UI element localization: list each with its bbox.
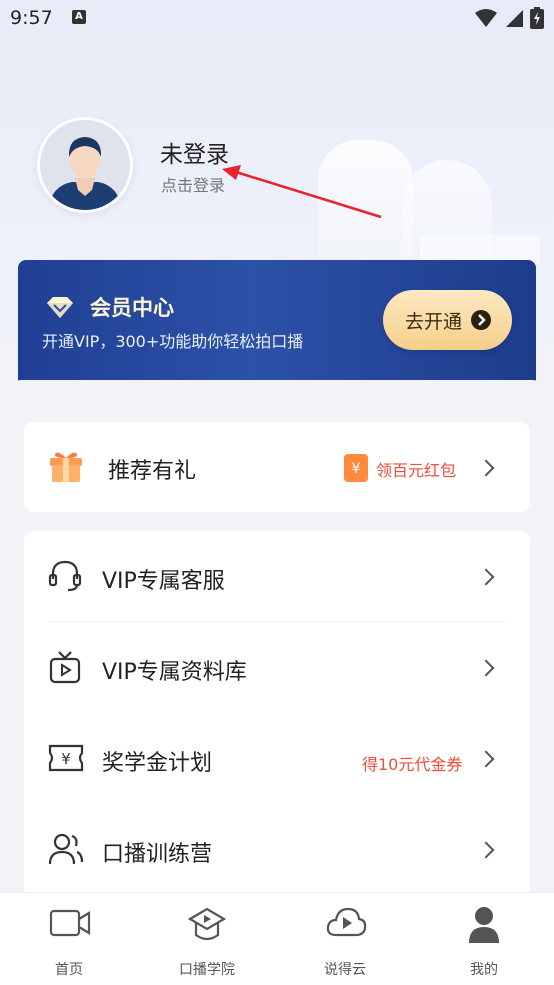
annotation-arrow <box>222 165 382 219</box>
vip-subscribe-button[interactable]: 去开通 <box>383 290 512 350</box>
vip-button-label: 去开通 <box>405 311 463 333</box>
users-icon <box>48 833 84 865</box>
chevron-right-icon <box>477 659 495 677</box>
referral-card[interactable]: 推荐有礼 ¥ 领百元红包 <box>24 422 530 512</box>
nav-label: 说得云 <box>324 962 366 978</box>
video-camera-icon <box>49 909 91 937</box>
menu-item-scholarship[interactable]: ¥ 奖学金计划 得10元代金券 <box>24 713 530 803</box>
nav-label: 我的 <box>470 962 498 978</box>
vip-menu-card: VIP专属客服 VIP专属资料库 ¥ 奖学金计划 得10元代金券 口播训练营 <box>24 531 530 911</box>
headset-icon <box>48 560 82 592</box>
menu-item-label: VIP专属客服 <box>102 569 225 594</box>
vip-banner[interactable]: 会员中心 开通VIP，300+功能助你轻松拍口播 去开通 <box>18 260 536 388</box>
chevron-right-icon <box>477 459 495 477</box>
menu-item-training-camp[interactable]: 口播训练营 <box>24 804 530 894</box>
nav-mine[interactable]: 我的 <box>429 893 539 985</box>
bottom-navigation: 首页 口播学院 说得云 我的 <box>0 892 554 985</box>
nav-cloud[interactable]: 说得云 <box>290 893 400 985</box>
menu-item-vip-support[interactable]: VIP专属客服 <box>24 531 530 621</box>
arrow-right-circle-icon <box>471 310 491 330</box>
menu-item-label: VIP专属资料库 <box>102 660 247 685</box>
menu-item-vip-library[interactable]: VIP专属资料库 <box>24 622 530 712</box>
menu-item-label: 口播训练营 <box>102 842 213 867</box>
chevron-right-icon <box>477 841 495 859</box>
scholarship-voucher-text: 得10元代金券 <box>362 755 463 774</box>
graduation-play-icon <box>187 907 227 941</box>
voucher-icon: ¥ <box>48 744 84 772</box>
cloud-play-icon <box>326 907 367 937</box>
vip-description: 开通VIP，300+功能助你轻松拍口播 <box>42 332 304 351</box>
vip-title: 会员中心 <box>90 296 174 320</box>
nav-label: 首页 <box>55 962 83 978</box>
diamond-icon <box>47 297 73 318</box>
video-library-icon <box>49 651 81 684</box>
person-icon <box>469 907 499 943</box>
referral-badge-text: 领百元红包 <box>376 461 457 480</box>
nav-academy[interactable]: 口播学院 <box>152 893 262 985</box>
nav-label: 口播学院 <box>179 962 235 978</box>
chevron-right-icon <box>477 568 495 586</box>
gift-icon <box>50 452 82 482</box>
referral-label: 推荐有礼 <box>108 459 197 484</box>
svg-text:¥: ¥ <box>352 461 361 477</box>
red-envelope-icon: ¥ <box>344 454 368 482</box>
svg-text:¥: ¥ <box>61 750 71 768</box>
menu-item-label: 奖学金计划 <box>102 751 213 776</box>
nav-home[interactable]: 首页 <box>14 893 124 985</box>
chevron-right-icon <box>477 750 495 768</box>
